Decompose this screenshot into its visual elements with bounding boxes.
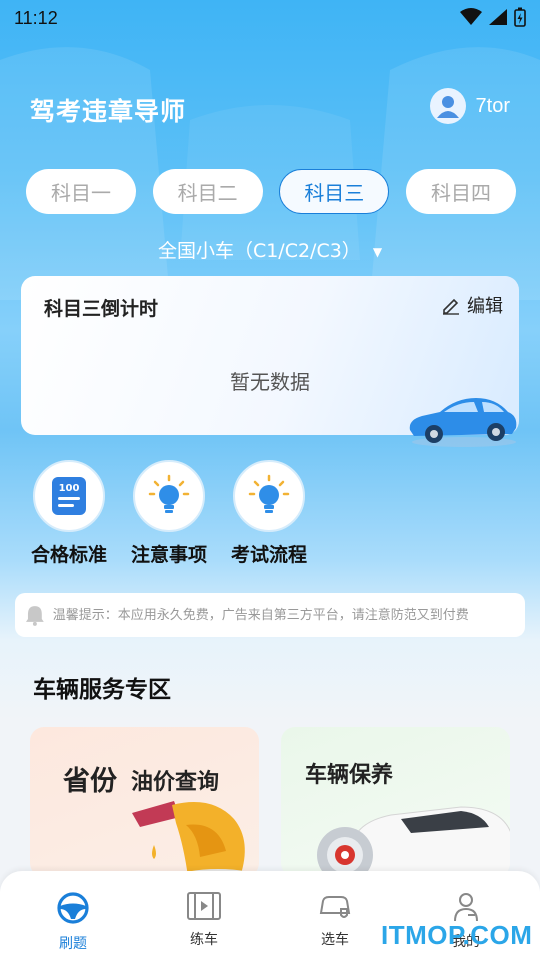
watermark: ITMOP.COM [381, 920, 533, 950]
quick-action-icon-wrap[interactable]: 100 [33, 460, 105, 532]
pencil-icon [443, 298, 459, 315]
car-select-icon [319, 896, 351, 918]
status-icons [460, 7, 526, 27]
tab-subject-2[interactable]: 科目二 [152, 169, 263, 214]
vehicle-maintenance-card[interactable]: 车辆保养 [281, 727, 510, 877]
quick-action-label: 注意事项 [130, 544, 207, 566]
tab-subject-3[interactable]: 科目三 [279, 169, 390, 214]
nav-label: 选车 [321, 932, 349, 948]
quick-action-label: 考试流程 [230, 544, 307, 566]
bell-icon [25, 606, 44, 626]
nav-label: 刷题 [59, 936, 87, 952]
vehicle-type-label: 全国小车（C1/C2/C3） [157, 240, 361, 262]
notice-banner: 温馨提示：本应用永久免费，广告来自第三方平台，请注意防范又到付费 [15, 593, 525, 637]
oil-card-subtitle: 油价查询 [131, 770, 220, 795]
nav-item-drive-practice[interactable]: 练车 [164, 891, 244, 949]
user-avatar-icon [436, 96, 459, 118]
nav-item-choose-car[interactable]: 选车 [295, 891, 375, 949]
oil-price-card[interactable]: 省份 油价查询 [30, 727, 259, 877]
quick-action-icon-wrap[interactable] [233, 460, 305, 532]
steering-wheel-icon [57, 892, 89, 924]
status-bar: 11:12 [0, 0, 540, 36]
app-title: 驾考违章导师 [30, 97, 187, 126]
profile-icon [454, 893, 478, 922]
nav-label: 练车 [190, 932, 218, 948]
lightbulb-icon [148, 474, 190, 513]
signal-icon [489, 9, 507, 25]
tab-subject-4[interactable]: 科目四 [405, 169, 516, 214]
lightbulb-icon [248, 474, 290, 513]
quick-action-label: 合格标准 [30, 544, 107, 566]
video-icon [187, 892, 221, 920]
user-profile-entry[interactable]: 7tor [429, 88, 510, 124]
user-name[interactable]: 7tor [476, 95, 510, 118]
dropdown-triangle-icon: ▼ [372, 244, 383, 259]
nav-item-practice[interactable]: 刷题 [33, 891, 113, 953]
maintenance-car-icon [317, 806, 510, 877]
maintenance-card-title: 车辆保养 [305, 763, 394, 788]
subject-tabs: 科目一 科目二 科目三 科目四 [26, 169, 516, 214]
tab-subject-1[interactable]: 科目一 [26, 169, 136, 214]
quick-action-pass-standard[interactable]: 100 合格标准 [24, 460, 114, 567]
oil-card-title: 省份 [63, 766, 117, 797]
battery-icon [514, 7, 526, 27]
edit-label: 编辑 [467, 296, 503, 317]
section-title-vehicle-services: 车辆服务专区 [33, 677, 171, 703]
edit-button[interactable]: 编辑 [441, 292, 503, 318]
car-illustration [409, 398, 517, 447]
svg-text:100: 100 [59, 483, 80, 494]
notice-text: 温馨提示：本应用永久免费，广告来自第三方平台，请注意防范又到付费 [52, 607, 469, 623]
avatar[interactable] [429, 88, 466, 124]
vehicle-type-selector[interactable]: 全国小车（C1/C2/C3） ▼ [0, 236, 540, 263]
quick-action-icon-wrap[interactable] [133, 460, 205, 532]
status-time: 11:12 [14, 8, 58, 28]
wifi-icon [460, 8, 482, 25]
countdown-title: 科目三倒计时 [44, 298, 159, 320]
score-100-icon: 100 [52, 477, 86, 515]
fuel-nozzle-icon [132, 801, 258, 877]
quick-action-exam-process[interactable]: 考试流程 [224, 460, 314, 567]
quick-action-notes[interactable]: 注意事项 [124, 460, 214, 567]
